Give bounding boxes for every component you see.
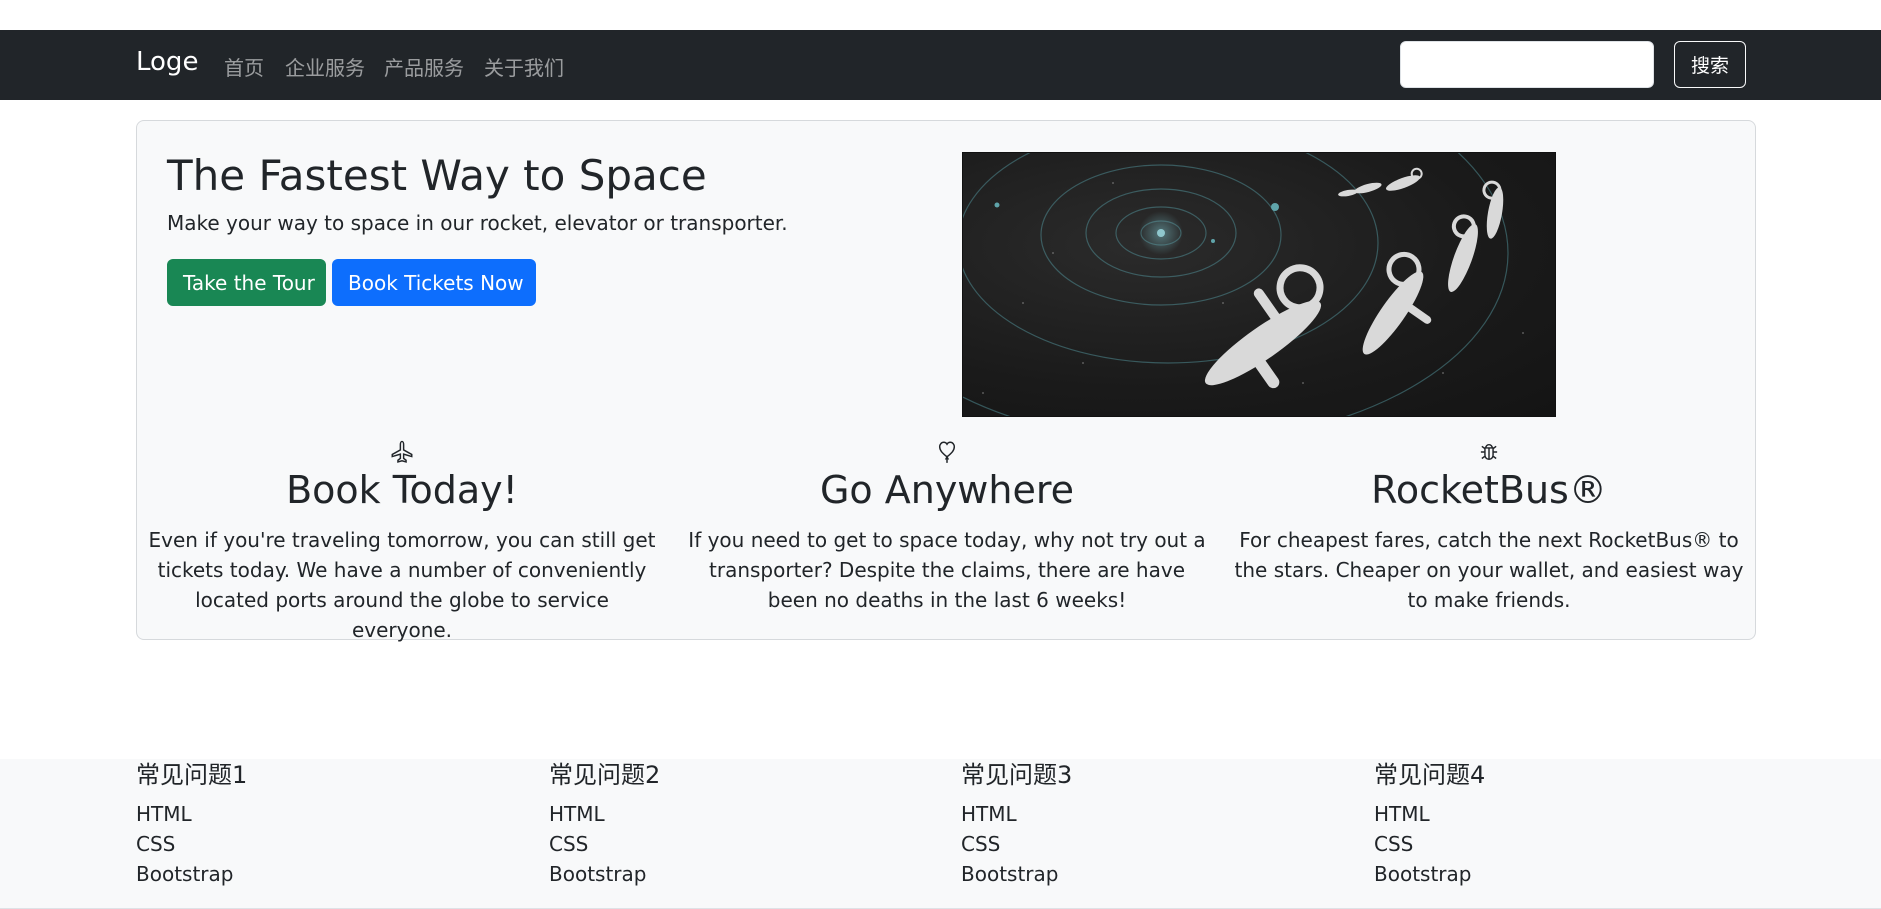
feature-text: If you need to get to space today, why n… — [688, 528, 1206, 612]
footer-column-3: 常见问题3 HTML CSS Bootstrap — [961, 759, 1072, 889]
nav-link-product-services[interactable]: 产品服务 — [384, 52, 464, 81]
footer-link-css[interactable]: CSS — [1374, 829, 1485, 859]
feature-text: Even if you're traveling tomorrow, you c… — [148, 528, 656, 642]
feature-go-anywhere: Go Anywhere If you need to get to space … — [687, 439, 1207, 615]
nav-link-about-us[interactable]: 关于我们 — [484, 52, 564, 81]
take-tour-button[interactable]: Take the Tour — [167, 259, 326, 306]
footer-link-html[interactable]: HTML — [136, 799, 247, 829]
feature-title: Book Today! — [286, 468, 518, 512]
footer: 常见问题1 HTML CSS Bootstrap 常见问题2 HTML CSS … — [0, 759, 1881, 909]
footer-column-4: 常见问题4 HTML CSS Bootstrap — [1374, 759, 1485, 889]
footer-column-2: 常见问题2 HTML CSS Bootstrap — [549, 759, 660, 889]
search-button[interactable]: 搜索 — [1674, 41, 1746, 88]
balloon-heart-icon — [938, 441, 956, 463]
footer-link-html[interactable]: HTML — [961, 799, 1072, 829]
footer-link-bootstrap[interactable]: Bootstrap — [1374, 859, 1485, 889]
nav-link-enterprise-services[interactable]: 企业服务 — [285, 52, 365, 81]
top-navbar: Loge 首页 企业服务 产品服务 关于我们 搜索 — [0, 30, 1881, 100]
footer-column-title: 常见问题1 — [136, 761, 248, 789]
feature-title: Go Anywhere — [819, 468, 1075, 512]
brand-logo[interactable]: Loge — [136, 47, 198, 77]
feature-book-today: Book Today! Even if you're traveling tom… — [142, 439, 662, 645]
nav-link-home[interactable]: 首页 — [224, 52, 264, 81]
footer-link-html[interactable]: HTML — [549, 799, 660, 829]
book-tickets-button[interactable]: Book Tickets Now — [332, 259, 536, 306]
footer-column-title: 常见问题4 — [1374, 761, 1486, 789]
footer-column-title: 常见问题3 — [961, 761, 1073, 789]
footer-link-html[interactable]: HTML — [1374, 799, 1485, 829]
hero-image-astronauts — [962, 152, 1556, 417]
bug-icon — [1480, 444, 1498, 461]
feature-title: RocketBus® — [1371, 468, 1607, 512]
footer-link-bootstrap[interactable]: Bootstrap — [549, 859, 660, 889]
hero-title: The Fastest Way to Space — [167, 151, 707, 200]
astronauts-illustration — [963, 153, 1524, 416]
footer-link-css[interactable]: CSS — [136, 829, 247, 859]
feature-rocketbus: RocketBus® For cheapest fares, catch the… — [1229, 439, 1749, 615]
footer-link-css[interactable]: CSS — [961, 829, 1072, 859]
footer-link-bootstrap[interactable]: Bootstrap — [136, 859, 247, 889]
footer-link-bootstrap[interactable]: Bootstrap — [961, 859, 1072, 889]
hero-subtitle: Make your way to space in our rocket, el… — [167, 211, 788, 235]
footer-link-css[interactable]: CSS — [549, 829, 660, 859]
feature-text: For cheapest fares, catch the next Rocke… — [1234, 528, 1744, 612]
airplane-icon — [391, 440, 413, 463]
hero-card: The Fastest Way to Space Make your way t… — [136, 120, 1756, 642]
search-input[interactable] — [1400, 41, 1654, 88]
footer-column-title: 常见问题2 — [549, 761, 661, 789]
footer-column-1: 常见问题1 HTML CSS Bootstrap — [136, 759, 247, 889]
